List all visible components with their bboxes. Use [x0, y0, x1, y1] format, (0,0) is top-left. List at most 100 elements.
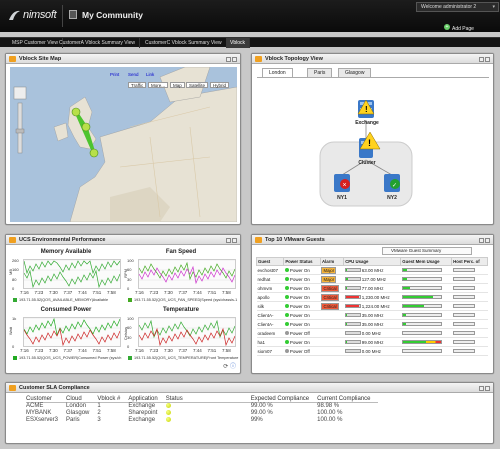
tab-vblock[interactable]: Vblock	[226, 38, 251, 48]
guest-name[interactable]: apollo	[256, 292, 284, 302]
power-status-icon	[284, 268, 289, 273]
map-view[interactable]: Print Send Link Traffic More... Map Sate…	[10, 67, 237, 222]
table-row[interactable]: evchost07 Power On Major 63.00 MHz	[256, 265, 488, 275]
table-row[interactable]: ClientA- Power On 35.00 MHz	[256, 319, 488, 329]
host-perc-bar	[452, 340, 475, 345]
map-traffic-button[interactable]: Traffic	[128, 82, 147, 88]
table-row[interactable]: redhat Power On Major 127.00 MHz	[256, 274, 488, 284]
tab-glasgow[interactable]: Glasgow	[338, 68, 372, 77]
close-icon[interactable]	[485, 57, 490, 62]
map-type-satellite-button[interactable]: Satellite	[186, 82, 209, 88]
summary-selector[interactable]: VMware Guest Summary	[382, 247, 472, 255]
table-row[interactable]: siom07 Power Off 0.00 MHz	[256, 346, 488, 356]
guest-name[interactable]: evchost07	[256, 265, 284, 275]
svg-text:✓: ✓	[392, 183, 397, 189]
alarm-badge[interactable]: Critical	[321, 284, 339, 292]
table-row[interactable]: ClientA- Power On 35.00 MHz	[256, 310, 488, 320]
guest-name[interactable]: ohmvm	[256, 283, 284, 293]
node-cluster-label[interactable]: Cluster	[350, 160, 384, 166]
col-guest[interactable]: Guest	[255, 257, 285, 266]
add-page-button[interactable]: Add Page	[452, 26, 474, 32]
status-cell	[165, 403, 191, 411]
x-tick: 7:37	[63, 348, 73, 353]
minimize-icon[interactable]	[226, 57, 231, 62]
sla-cell: 2	[97, 410, 101, 417]
close-icon[interactable]	[232, 238, 237, 243]
page-title: My Community	[82, 10, 143, 20]
guest-name[interactable]: siom07	[256, 346, 284, 356]
guest-name[interactable]: oradeem	[256, 328, 284, 338]
sla-cell: Paris	[66, 417, 80, 424]
power-status-label: Power On	[289, 321, 310, 327]
sla-col[interactable]: Current Compliance	[317, 396, 379, 403]
add-page-icon[interactable]: +	[444, 24, 450, 30]
map-link-link[interactable]: Link	[144, 72, 156, 78]
chart-title: Fan Speed	[165, 249, 197, 255]
table-row[interactable]: ohmvm Power On Critical 77.00 MHz	[256, 283, 488, 293]
user-menu[interactable]: Welcome administrator 2 ▾	[416, 2, 499, 12]
y-tick: 30	[127, 334, 132, 340]
table-row[interactable]: ha1 Power On 99.00 MHz	[256, 337, 488, 347]
power-status-label: Power On	[289, 339, 310, 345]
minimize-icon[interactable]	[479, 57, 484, 62]
mem-usage-bar	[401, 331, 442, 336]
host-perc-bar	[452, 313, 475, 318]
help-icon[interactable]: ⓘ	[230, 364, 236, 370]
col-power-status[interactable]: Power Status	[283, 257, 321, 266]
col-host-perc[interactable]: Host Perc. of	[451, 257, 488, 266]
guest-name[interactable]: ClientA-	[256, 310, 284, 320]
close-icon[interactable]	[485, 386, 490, 391]
table-row[interactable]: apollo Power On Critical 1,230.00 MHz	[256, 292, 488, 302]
sla-cell: 3	[97, 417, 101, 424]
panel-header: Top 10 VMware Guests	[252, 235, 493, 245]
panel-header: Vblock Topology View	[252, 54, 493, 64]
node-exchange-label[interactable]: Exchange	[350, 120, 384, 126]
map-more-button[interactable]: More...	[148, 82, 169, 88]
col-alarm[interactable]: Alarm	[319, 257, 345, 266]
alarm-badge[interactable]: Critical	[321, 293, 339, 301]
col-cpu-usage[interactable]: CPU Usage	[343, 257, 402, 266]
guest-name[interactable]: ha1	[256, 337, 284, 347]
node-ny2-label[interactable]: NY2	[382, 195, 402, 201]
sla-compliance-panel: Customer SLA Compliance Customer Cloud Vbl…	[5, 382, 494, 444]
map-type-map-button[interactable]: Map	[170, 82, 185, 88]
alarm-cell	[320, 328, 344, 338]
mem-usage-bar	[401, 313, 442, 318]
alarm-badge[interactable]: Critical	[321, 302, 339, 310]
close-icon[interactable]	[485, 238, 490, 243]
tab-customerc-summary[interactable]: CustomerC Vblock Summary View	[141, 38, 227, 48]
mem-usage	[400, 328, 452, 338]
guest-name[interactable]: ClientA-	[256, 319, 284, 329]
sla-cell: 100.00 %	[317, 410, 343, 417]
map-link-send[interactable]: Send	[126, 72, 141, 78]
series-line	[24, 327, 120, 346]
alarm-badge[interactable]: Major	[321, 266, 337, 274]
table-row[interactable]: MYBANK Glasgow 2 Sharepoint 99.00 % 100.00 %	[26, 410, 378, 417]
guest-name[interactable]: redhat	[256, 274, 284, 284]
col-guest-mem-usage[interactable]: Guest Mem Usage	[400, 257, 453, 266]
tab-strip-line	[257, 77, 489, 78]
table-row[interactable]: ESXserver3 Paris 3 Exchange 99% 100.00 %	[26, 417, 378, 424]
x-tick: 7:23	[34, 290, 44, 295]
guest-name[interactable]: silk	[256, 301, 284, 311]
tab-paris[interactable]: Paris	[307, 68, 333, 77]
map-link-print[interactable]: Print	[108, 72, 121, 78]
table-row[interactable]: ACME London 1 Exchange 99.00 % 98.98 %	[26, 403, 378, 411]
minimize-icon[interactable]	[479, 238, 484, 243]
tab-london[interactable]: London	[262, 68, 293, 77]
map-type-hybrid-button[interactable]: Hybrid	[210, 82, 230, 88]
alarm-badge[interactable]: Major	[321, 275, 337, 283]
tab-customera-summary[interactable]: CustomerA Vblock Summary View	[55, 38, 141, 48]
minimize-icon[interactable]	[479, 386, 484, 391]
sla-cell: ESXserver3	[26, 417, 59, 424]
table-row[interactable]: silk Power On Critical 1,224.00 MHz	[256, 301, 488, 311]
host-perc	[451, 301, 488, 311]
power-status-icon	[284, 304, 289, 309]
alarm-cell	[320, 319, 344, 329]
minimize-icon[interactable]	[226, 238, 231, 243]
close-icon[interactable]	[232, 57, 237, 62]
refresh-icon[interactable]: ⟳	[223, 364, 228, 370]
table-row[interactable]: oradeem Power Off 0.00 MHz	[256, 328, 488, 338]
node-ny1-label[interactable]: NY1	[332, 195, 352, 201]
logo-text[interactable]: nimsoft	[23, 9, 57, 21]
